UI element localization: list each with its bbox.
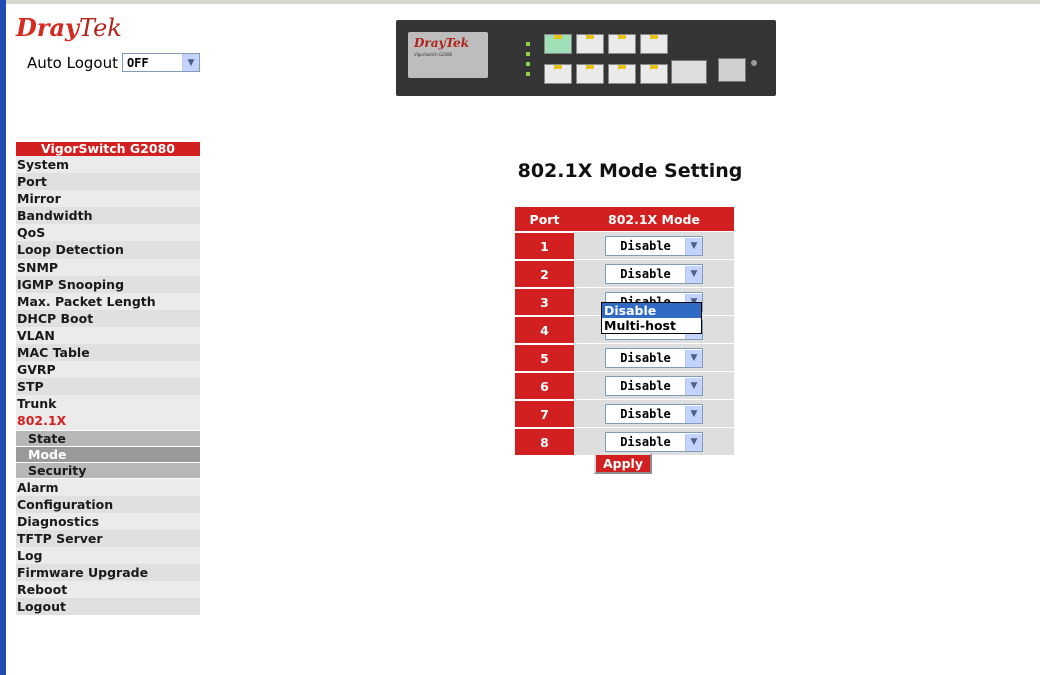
table-row: 6 Disable ▼ bbox=[515, 372, 734, 399]
submenu-item-security[interactable]: Security bbox=[16, 462, 200, 478]
menu-item-max-packet-length[interactable]: Max. Packet Length bbox=[16, 292, 200, 310]
menu-item-reboot[interactable]: Reboot bbox=[16, 581, 200, 599]
auto-logout-value: OFF bbox=[126, 55, 149, 70]
mode-select[interactable]: Disable ▼ bbox=[605, 348, 703, 368]
auto-logout-label: Auto Logout bbox=[27, 53, 118, 72]
device-port bbox=[640, 34, 668, 54]
menu-item-trunk[interactable]: Trunk bbox=[16, 395, 200, 413]
col-port-header: Port bbox=[515, 207, 574, 231]
auto-logout-select[interactable]: OFF ▼ bbox=[121, 53, 200, 72]
menu-item-gvrp[interactable]: GVRP bbox=[16, 361, 200, 379]
menu-item-mac-table[interactable]: MAC Table bbox=[16, 344, 200, 362]
menu-item-tftp-server[interactable]: TFTP Server bbox=[16, 529, 200, 547]
device-brand-text: DrayTek bbox=[414, 36, 469, 50]
menu-item-diagnostics[interactable]: Diagnostics bbox=[16, 512, 200, 530]
menu-item-logout[interactable]: Logout bbox=[16, 598, 200, 616]
mode-select[interactable]: Disable ▼ bbox=[605, 404, 703, 424]
menu-item-port[interactable]: Port bbox=[16, 173, 200, 191]
device-port bbox=[640, 64, 668, 84]
switch-front-panel-image: DrayTek VigorSwitch G2080 bbox=[396, 20, 776, 96]
device-model-text: VigorSwitch G2080 bbox=[414, 52, 453, 57]
menu-header: VigorSwitch G2080 bbox=[16, 142, 200, 156]
device-sfp-port bbox=[671, 60, 707, 84]
submenu-item-mode[interactable]: Mode bbox=[16, 446, 200, 462]
mode-dropdown-list: Disable Multi-host bbox=[601, 302, 702, 334]
mode-select[interactable]: Disable ▼ bbox=[605, 376, 703, 396]
menu-items-after: Alarm Configuration Diagnostics TFTP Ser… bbox=[16, 478, 200, 616]
menu-item-dhcp-boot[interactable]: DHCP Boot bbox=[16, 309, 200, 327]
page-title: 802.1X Mode Setting bbox=[517, 160, 743, 182]
mode-select[interactable]: Disable ▼ bbox=[605, 264, 703, 284]
chevron-down-icon[interactable]: ▼ bbox=[685, 405, 702, 423]
table-row: 5 Disable ▼ bbox=[515, 344, 734, 371]
device-brand-plate: DrayTek VigorSwitch G2080 bbox=[408, 32, 488, 78]
menu-item-vlan[interactable]: VLAN bbox=[16, 326, 200, 345]
left-border bbox=[0, 0, 6, 675]
logo-dray: Dray bbox=[16, 13, 79, 42]
mode-value: Disable bbox=[620, 435, 671, 449]
chevron-down-icon[interactable]: ▼ bbox=[181, 54, 199, 71]
logo-tek: Tek bbox=[78, 14, 122, 42]
chevron-down-icon[interactable]: ▼ bbox=[685, 265, 702, 283]
mode-value: Disable bbox=[620, 407, 671, 421]
device-reset-button bbox=[751, 60, 757, 66]
auto-logout: Auto Logout OFF ▼ bbox=[27, 53, 200, 72]
table-row: 8 Disable ▼ bbox=[515, 428, 734, 455]
chevron-down-icon[interactable]: ▼ bbox=[685, 377, 702, 395]
chevron-down-icon[interactable]: ▼ bbox=[685, 237, 702, 255]
port-number: 3 bbox=[515, 288, 574, 315]
device-port bbox=[576, 64, 604, 84]
mode-value: Disable bbox=[620, 267, 671, 281]
col-mode-header: 802.1X Mode bbox=[574, 207, 734, 231]
menu-item-firmware-upgrade[interactable]: Firmware Upgrade bbox=[16, 563, 200, 582]
table-row: 1 Disable ▼ bbox=[515, 232, 734, 259]
chevron-down-icon[interactable]: ▼ bbox=[685, 433, 702, 451]
dropdown-option-multi-host[interactable]: Multi-host bbox=[602, 318, 701, 333]
device-leds bbox=[506, 42, 536, 82]
table-header-row: Port 802.1X Mode bbox=[515, 207, 734, 231]
port-number: 8 bbox=[515, 428, 574, 455]
mode-value: Disable bbox=[620, 351, 671, 365]
device-port bbox=[608, 64, 636, 84]
device-port bbox=[544, 64, 572, 84]
menu-item-stp[interactable]: STP bbox=[16, 378, 200, 396]
menu-item-snmp[interactable]: SNMP bbox=[16, 258, 200, 276]
top-border bbox=[0, 0, 1040, 4]
menu-item-system[interactable]: System bbox=[16, 156, 200, 174]
menu-item-log[interactable]: Log bbox=[16, 546, 200, 564]
port-number: 4 bbox=[515, 316, 574, 343]
menu-item-configuration[interactable]: Configuration bbox=[16, 495, 200, 513]
mode-select[interactable]: Disable ▼ bbox=[605, 236, 703, 256]
port-number: 2 bbox=[515, 260, 574, 287]
device-port bbox=[544, 34, 572, 54]
device-slot bbox=[718, 58, 746, 82]
table-row: 7 Disable ▼ bbox=[515, 400, 734, 427]
menu-items-before: System Port Mirror Bandwidth QoS Loop De… bbox=[16, 156, 200, 430]
port-number: 7 bbox=[515, 400, 574, 427]
menu-item-igmp-snooping[interactable]: IGMP Snooping bbox=[16, 275, 200, 293]
chevron-down-icon[interactable]: ▼ bbox=[685, 349, 702, 367]
dropdown-option-disable[interactable]: Disable bbox=[602, 303, 701, 318]
port-number: 5 bbox=[515, 344, 574, 371]
device-ports bbox=[544, 34, 668, 84]
table-row: 2 Disable ▼ bbox=[515, 260, 734, 287]
menu-item-qos[interactable]: QoS bbox=[16, 224, 200, 242]
menu-item-mirror[interactable]: Mirror bbox=[16, 190, 200, 208]
apply-button[interactable]: Apply bbox=[594, 453, 652, 474]
mode-value: Disable bbox=[620, 239, 671, 253]
device-port bbox=[608, 34, 636, 54]
port-number: 1 bbox=[515, 232, 574, 259]
draytek-logo: DrayTek bbox=[16, 13, 122, 43]
mode-select[interactable]: Disable ▼ bbox=[605, 432, 703, 452]
menu-item-loop-detection[interactable]: Loop Detection bbox=[16, 241, 200, 259]
menu-item-bandwidth[interactable]: Bandwidth bbox=[16, 207, 200, 225]
menu-item-alarm[interactable]: Alarm bbox=[16, 478, 200, 496]
port-number: 6 bbox=[515, 372, 574, 399]
device-port bbox=[576, 34, 604, 54]
mode-value: Disable bbox=[620, 379, 671, 393]
sidebar-menu: VigorSwitch G2080 System Port Mirror Ban… bbox=[16, 142, 200, 616]
submenu-item-state[interactable]: State bbox=[16, 430, 200, 446]
menu-item-8021x[interactable]: 802.1X bbox=[16, 412, 200, 430]
